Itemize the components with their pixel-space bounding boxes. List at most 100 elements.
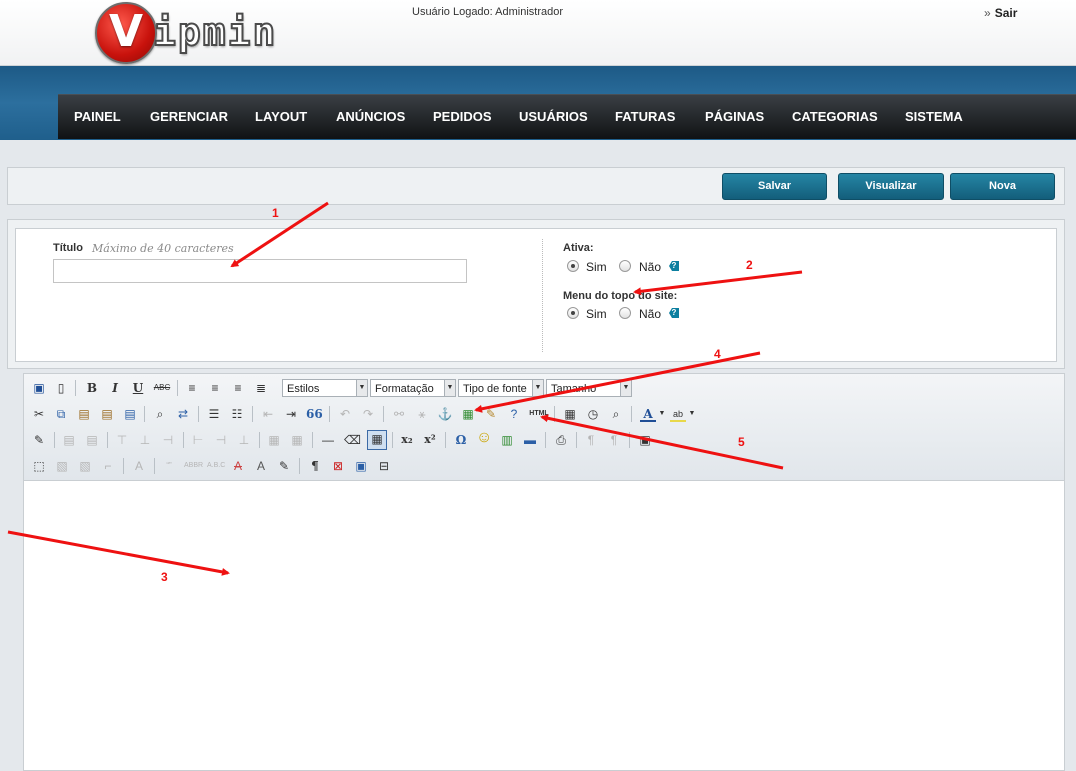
nav-item-painel[interactable]: PAINEL — [74, 109, 121, 124]
nav-item-faturas[interactable]: FATURAS — [615, 109, 675, 124]
insert-time-icon[interactable]: ◷ — [585, 406, 601, 422]
active-no-radio[interactable] — [619, 260, 631, 272]
find-icon[interactable]: ⌕ — [152, 406, 168, 422]
italic-icon[interactable]: I — [107, 380, 123, 396]
underline-icon[interactable]: U — [130, 380, 146, 396]
new-page-icon[interactable]: ▯ — [53, 380, 69, 396]
media-icon[interactable]: ▥ — [499, 432, 515, 448]
delete-row-icon[interactable]: ⊣ — [160, 432, 176, 448]
unlink-icon[interactable]: ⚹ — [414, 406, 430, 422]
nonbreaking-icon[interactable]: ⊠ — [330, 458, 346, 474]
emoticon-icon[interactable]: ☺ — [476, 430, 492, 446]
acronym-icon[interactable]: A.B.C — [207, 458, 225, 474]
insert-date-icon[interactable]: ▦ — [562, 406, 578, 422]
justify-icon[interactable]: ≣ — [253, 380, 269, 396]
numbered-list-icon[interactable]: ☷ — [229, 406, 245, 422]
new-button[interactable]: Nova — [950, 173, 1055, 200]
save-icon[interactable]: ▣ — [31, 380, 47, 396]
move-backward-icon[interactable]: ⌐ — [100, 458, 116, 474]
title-input[interactable] — [53, 259, 467, 283]
text-color-icon[interactable]: A — [640, 406, 656, 422]
align-center-icon[interactable]: ≡ — [207, 380, 223, 396]
font-dropdown[interactable]: Tipo de fonte ▼ — [458, 379, 544, 397]
show-blocks-icon[interactable]: ¶ — [307, 458, 323, 474]
align-right-icon[interactable]: ≡ — [230, 380, 246, 396]
highlight-color-icon[interactable]: ab — [670, 406, 686, 422]
eraser-icon[interactable]: ⌫ — [344, 432, 361, 448]
strikethrough-icon[interactable]: ABC — [152, 380, 172, 396]
attributes-icon[interactable]: ✎ — [276, 458, 292, 474]
delete-text-icon[interactable]: A — [230, 458, 246, 474]
styleprops-icon[interactable]: A — [131, 458, 147, 474]
image-icon[interactable]: ▦ — [460, 406, 476, 422]
merge-cells-icon[interactable]: ▦ — [289, 432, 305, 448]
pagebreak-icon[interactable]: ⊟ — [376, 458, 392, 474]
paste-word-icon[interactable]: ▤ — [122, 406, 138, 422]
template-icon[interactable]: ▣ — [353, 458, 369, 474]
nav-item-paginas[interactable]: PÁGINAS — [705, 109, 764, 124]
help-tag-icon[interactable]: ? — [669, 261, 679, 271]
blockquote-icon[interactable]: 66 — [306, 406, 323, 422]
insert-layer-icon[interactable]: ▧ — [54, 458, 70, 474]
horizontal-rule-icon[interactable]: — — [320, 432, 336, 448]
chevron-down-icon[interactable]: ▼ — [658, 406, 666, 422]
move-forward-icon[interactable]: ▧ — [77, 458, 93, 474]
nav-item-categorias[interactable]: CATEGORIAS — [792, 109, 878, 124]
anchor-icon[interactable]: ⚓ — [437, 406, 453, 422]
nav-item-gerenciar[interactable]: GERENCIAR — [150, 109, 228, 124]
replace-icon[interactable]: ⇄ — [175, 406, 191, 422]
undo-icon[interactable]: ↶ — [337, 406, 353, 422]
format-dropdown[interactable]: Formatação ▼ — [370, 379, 456, 397]
cleanup-icon[interactable]: ✎ — [483, 406, 499, 422]
delete-col-icon[interactable]: ⊥ — [236, 432, 252, 448]
nav-item-layout[interactable]: LAYOUT — [255, 109, 307, 124]
split-cells-icon[interactable]: ▦ — [266, 432, 282, 448]
nav-item-pedidos[interactable]: PEDIDOS — [433, 109, 492, 124]
row-props-icon[interactable]: ▤ — [61, 432, 77, 448]
fullscreen-icon[interactable]: ▣ — [637, 432, 653, 448]
insert-text-icon[interactable]: A — [253, 458, 269, 474]
nav-item-sistema[interactable]: SISTEMA — [905, 109, 963, 124]
editor-content-area[interactable] — [24, 481, 1064, 770]
menu-yes-label[interactable]: Sim — [586, 307, 607, 321]
styles-dropdown[interactable]: Estilos ▼ — [282, 379, 368, 397]
align-left-icon[interactable]: ≡ — [184, 380, 200, 396]
help-icon[interactable]: ? — [506, 406, 522, 422]
special-char-icon[interactable]: Ω — [453, 432, 469, 448]
paste-icon[interactable]: ▤ — [76, 406, 92, 422]
nav-item-anuncios[interactable]: ANÚNCIOS — [336, 109, 405, 124]
logout-link[interactable]: » Sair — [984, 6, 1017, 20]
nav-item-usuarios[interactable]: USUÁRIOS — [519, 109, 588, 124]
bulleted-list-icon[interactable]: ☰ — [206, 406, 222, 422]
superscript-icon[interactable]: x² — [422, 432, 438, 448]
edit-icon[interactable]: ✎ — [31, 432, 47, 448]
menu-no-label[interactable]: Não — [639, 307, 661, 321]
cell-props-icon[interactable]: ▤ — [84, 432, 100, 448]
indent-icon[interactable]: ⇥ — [283, 406, 299, 422]
menu-yes-radio[interactable] — [567, 307, 579, 319]
paste-text-icon[interactable]: ▤ — [99, 406, 115, 422]
save-button[interactable]: Salvar — [722, 173, 827, 200]
active-yes-radio[interactable] — [567, 260, 579, 272]
preview-icon[interactable]: ⌕ — [608, 406, 624, 422]
help-tag-icon[interactable]: ? — [669, 308, 679, 318]
subscript-icon[interactable]: x₂ — [399, 432, 415, 448]
size-dropdown[interactable]: Tamanho ▼ — [546, 379, 632, 397]
col-after-icon[interactable]: ⊣ — [213, 432, 229, 448]
ltr-icon[interactable]: ¶ — [583, 432, 599, 448]
copy-icon[interactable]: ⧉ — [53, 406, 69, 422]
cite-icon[interactable]: “” — [161, 458, 177, 474]
rtl-icon[interactable]: ¶ — [606, 432, 622, 448]
cut-icon[interactable]: ✂ — [31, 406, 47, 422]
chevron-down-icon[interactable]: ▼ — [688, 406, 696, 422]
bold-icon[interactable]: B — [84, 380, 100, 396]
logout-label[interactable]: Sair — [995, 6, 1018, 20]
select-all-icon[interactable]: ⬚ — [31, 458, 47, 474]
html-source-icon[interactable]: HTML — [528, 406, 550, 422]
print-icon[interactable]: ⎙ — [553, 432, 569, 448]
link-icon[interactable]: ⚯ — [391, 406, 407, 422]
redo-icon[interactable]: ↷ — [360, 406, 376, 422]
separator-icon[interactable]: ▬ — [522, 432, 538, 448]
outdent-icon[interactable]: ⇤ — [260, 406, 276, 422]
col-before-icon[interactable]: ⊢ — [190, 432, 206, 448]
